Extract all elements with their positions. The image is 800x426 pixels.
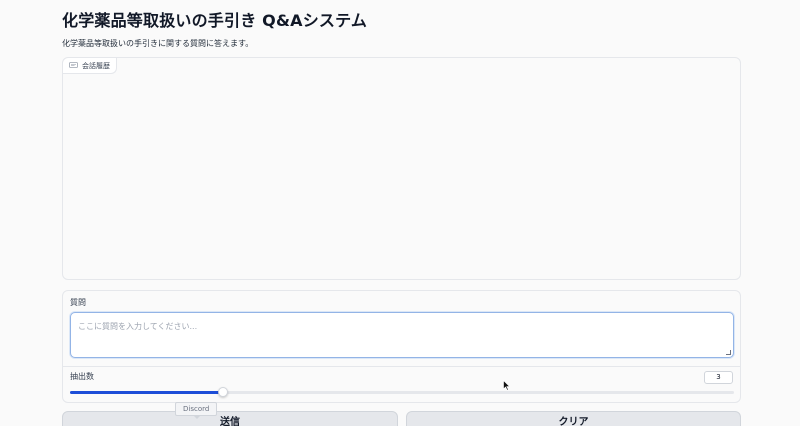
discord-tooltip: Discord (175, 402, 218, 419)
top-k-slider-fill (70, 391, 223, 394)
top-k-label: 抽出数 (70, 372, 94, 381)
input-panel: 質問 ここに質問を入力してください... 抽出数 3 (62, 290, 741, 403)
clear-button[interactable]: クリア (406, 411, 741, 426)
page-title: 化学薬品等取扱いの手引き Q&Aシステム (62, 11, 368, 30)
app-page: 化学薬品等取扱いの手引き Q&Aシステム 化学薬品等取扱いの手引きに関する質問に… (0, 0, 800, 426)
submit-button[interactable]: 送信 (62, 411, 398, 426)
page-description: 化学薬品等取扱いの手引きに関する質問に答えます。 (62, 39, 254, 48)
top-k-slider-thumb[interactable] (217, 387, 228, 397)
question-label: 質問 (70, 298, 86, 307)
question-input[interactable]: ここに質問を入力してください... (70, 312, 734, 358)
top-k-slider[interactable] (70, 387, 734, 397)
chat-history-label: 会話履歴 (63, 58, 117, 74)
question-placeholder: ここに質問を入力してください... (78, 322, 198, 331)
chat-bubble-icon (69, 62, 78, 69)
chat-history-label-text: 会話履歴 (82, 61, 110, 70)
divider (63, 366, 740, 367)
chat-history-panel[interactable]: 会話履歴 (62, 57, 741, 280)
mouse-cursor-icon (503, 380, 511, 391)
resize-handle-icon[interactable] (726, 350, 731, 355)
top-k-number-input[interactable]: 3 (704, 371, 733, 384)
